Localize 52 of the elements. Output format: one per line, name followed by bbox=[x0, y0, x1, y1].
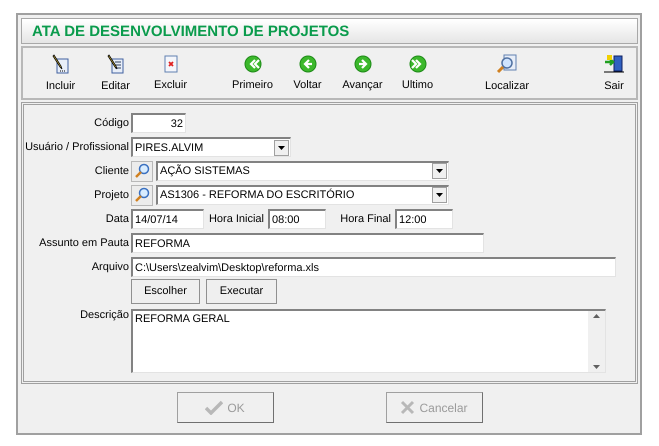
search-button[interactable] bbox=[131, 184, 153, 206]
toolbar-button[interactable]: Localizar bbox=[472, 48, 542, 98]
scroll-up-icon[interactable] bbox=[593, 314, 600, 318]
text-field[interactable]: C:\Users\zealvim\Desktop\reforma.xls bbox=[131, 257, 616, 277]
scrollbar[interactable] bbox=[588, 311, 605, 372]
toolbar-button[interactable]: Sair bbox=[594, 48, 634, 98]
caret-icon bbox=[278, 146, 285, 150]
dropdown-button[interactable] bbox=[274, 140, 289, 156]
search-icon bbox=[134, 163, 150, 179]
description-field[interactable]: REFORMA GERAL bbox=[131, 309, 606, 373]
search-button[interactable] bbox=[131, 160, 153, 182]
exit-door-icon bbox=[603, 54, 625, 74]
delete-document-icon bbox=[164, 55, 178, 73]
scroll-down-icon[interactable] bbox=[593, 365, 600, 369]
field-label: Usuário / Profissional bbox=[24, 141, 129, 153]
field-label: Hora Inicial bbox=[208, 213, 265, 225]
combo-box[interactable]: PIRES.ALVIM bbox=[131, 137, 291, 157]
text-field[interactable]: REFORMA bbox=[131, 233, 484, 253]
combo-box[interactable]: AÇÃO SISTEMAS bbox=[156, 160, 449, 180]
dropdown-button[interactable] bbox=[432, 187, 447, 203]
toolbar-button[interactable]: Voltar bbox=[280, 48, 335, 98]
search-icon bbox=[134, 187, 150, 203]
field-label: Arquivo bbox=[90, 261, 129, 273]
text-field[interactable]: 12:00 bbox=[395, 209, 453, 229]
code-field[interactable]: 32 bbox=[131, 113, 186, 133]
toolbar-button[interactable]: Excluir bbox=[143, 48, 198, 98]
toolbar-button[interactable]: Primeiro bbox=[225, 48, 280, 98]
pencil-document-icon bbox=[52, 54, 70, 74]
field-label: Assunto em Pauta bbox=[38, 237, 129, 249]
text-field[interactable]: 14/07/14 bbox=[131, 209, 204, 229]
toolbar-button[interactable]: Editar bbox=[88, 48, 143, 98]
magnifier-document-icon bbox=[496, 54, 518, 74]
field-label: Projeto bbox=[93, 189, 129, 201]
dropdown-button[interactable] bbox=[432, 163, 447, 179]
field-label: Hora Final bbox=[339, 213, 392, 225]
caret-icon bbox=[436, 169, 443, 173]
toolbar-button[interactable]: Ultimo bbox=[390, 48, 445, 98]
pencil-document-icon bbox=[106, 54, 124, 74]
action-button[interactable]: Executar bbox=[206, 278, 277, 304]
field-label: Descrição bbox=[79, 309, 129, 321]
toolbar-button[interactable]: Avançar bbox=[335, 48, 390, 98]
text-field[interactable]: 08:00 bbox=[268, 209, 326, 229]
caret-icon bbox=[436, 193, 443, 197]
action-button[interactable]: Escolher bbox=[131, 278, 200, 304]
field-label: Data bbox=[104, 213, 129, 225]
field-label: Código bbox=[93, 117, 129, 129]
field-label: Cliente bbox=[94, 165, 129, 177]
toolbar-button[interactable]: Incluir bbox=[33, 48, 88, 98]
cross-icon bbox=[400, 400, 416, 415]
combo-box[interactable]: AS1306 - REFORMA DO ESCRITÓRIO bbox=[156, 184, 449, 204]
window-title: ATA DE DESENVOLVIMENTO DE PROJETOS bbox=[32, 22, 350, 40]
check-icon bbox=[205, 400, 224, 415]
